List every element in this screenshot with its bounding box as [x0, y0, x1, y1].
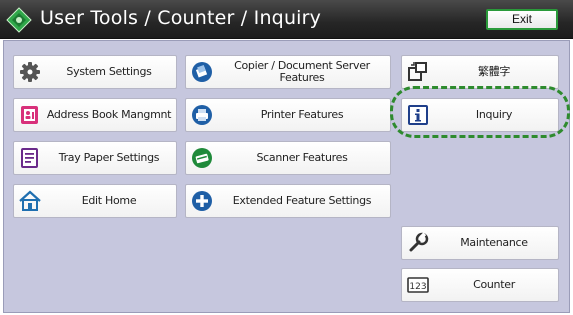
counter-label: Counter: [473, 278, 515, 291]
counter-button[interactable]: 123 Counter: [401, 268, 559, 302]
printer-features-button[interactable]: Printer Features: [185, 98, 391, 132]
title-bar: User Tools / Counter / Inquiry Exit: [0, 0, 573, 39]
gear-icon: [20, 62, 40, 82]
language-switch-icon: [408, 62, 427, 81]
maintenance-button[interactable]: Maintenance: [401, 226, 559, 260]
scanner-features-button[interactable]: Scanner Features: [185, 141, 391, 175]
copier-icon: [192, 62, 212, 82]
address-book-button[interactable]: Address Book Mangmnt: [13, 98, 177, 132]
wrench-icon: [409, 232, 429, 252]
document-icon: [21, 148, 38, 168]
edit-home-label: Edit Home: [81, 194, 137, 207]
maintenance-label: Maintenance: [460, 236, 528, 249]
inquiry-highlight-outline: [390, 86, 570, 138]
edit-home-button[interactable]: Edit Home: [13, 184, 177, 218]
counter-icon-text: 123: [409, 282, 426, 292]
scanner-icon: [192, 148, 212, 168]
system-settings-label: System Settings: [66, 65, 152, 78]
counter-icon: 123: [407, 277, 429, 293]
language-switch-button[interactable]: 繁體字: [401, 55, 559, 89]
tray-paper-settings-button[interactable]: Tray Paper Settings: [13, 141, 177, 175]
window-title: User Tools / Counter / Inquiry: [40, 7, 322, 29]
exit-button[interactable]: Exit: [486, 9, 558, 30]
tray-paper-settings-label: Tray Paper Settings: [58, 151, 160, 164]
language-switch-label: 繁體字: [477, 65, 511, 78]
system-settings-button[interactable]: System Settings: [13, 55, 177, 89]
copier-document-server-features-label: Copier / Document Server Features: [234, 59, 370, 84]
printer-icon: [192, 105, 212, 125]
extended-features-icon: [192, 191, 212, 211]
home-icon: [19, 190, 41, 211]
printer-features-label: Printer Features: [260, 108, 344, 121]
extended-feature-settings-label: Extended Feature Settings: [232, 194, 372, 207]
extended-feature-settings-button[interactable]: Extended Feature Settings: [185, 184, 391, 218]
copier-document-server-features-button[interactable]: Copier / Document Server Features: [185, 55, 391, 89]
address-book-label: Address Book Mangmnt: [46, 108, 172, 121]
user-tools-diamond-icon: [6, 7, 32, 33]
scanner-features-label: Scanner Features: [256, 151, 348, 164]
address-book-icon: [21, 106, 38, 124]
